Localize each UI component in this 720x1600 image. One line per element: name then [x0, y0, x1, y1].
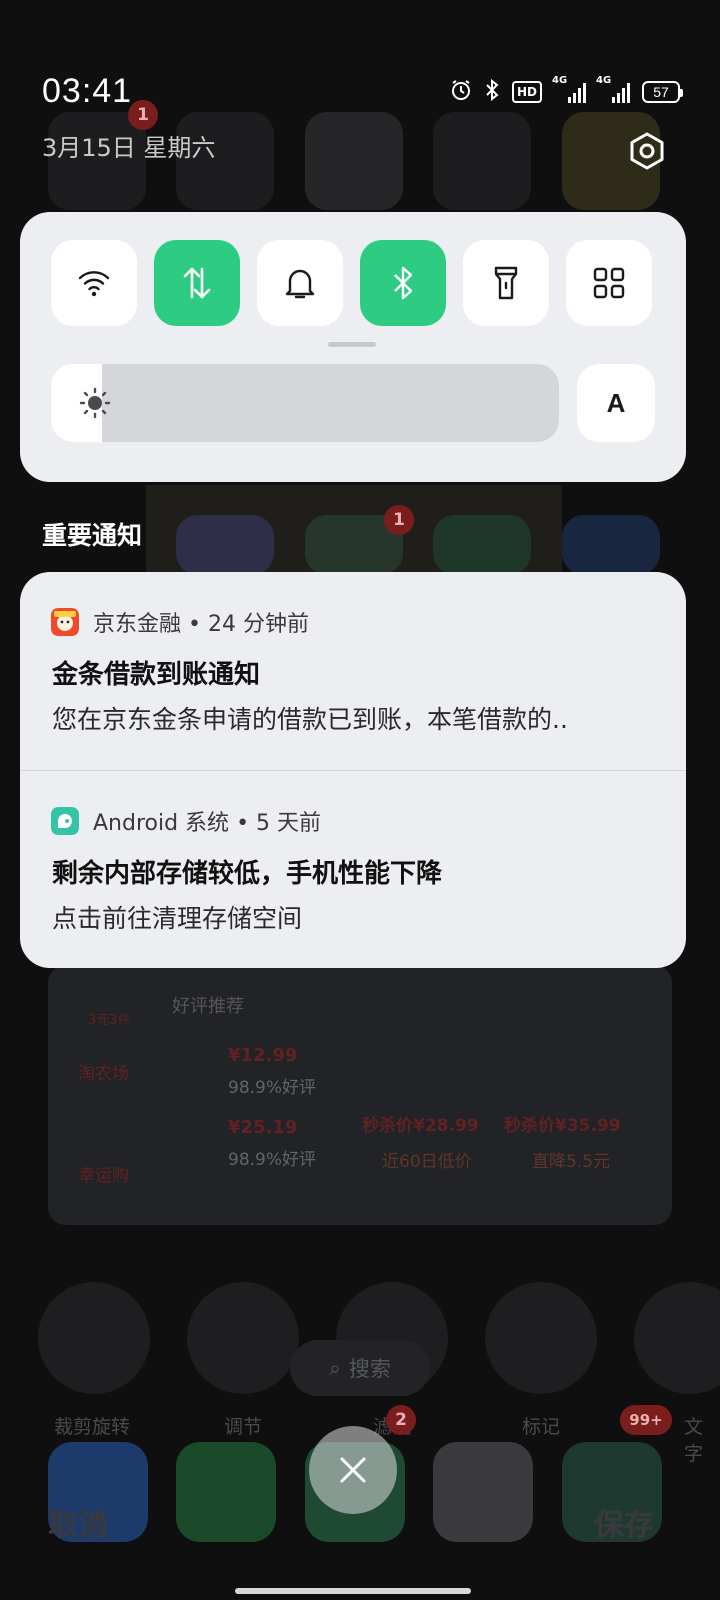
bg-app-heart	[305, 112, 403, 210]
notification-group: 京东金融 • 24 分钟前 金条借款到账通知 您在京东金条申请的借款已到账，本笔…	[20, 572, 686, 968]
panel-drag-handle[interactable]	[328, 342, 376, 347]
bg-app-icon	[176, 515, 274, 575]
bg-card-side: 幸运购	[78, 1166, 129, 1186]
bg-search-pill: ⌕ 搜索	[290, 1340, 430, 1396]
bg-tool-label: 文字	[684, 1416, 704, 1465]
separator-dot: •	[236, 811, 257, 836]
bg-tool-label: 调节	[224, 1416, 263, 1438]
bg-crop-tool	[38, 1282, 150, 1394]
status-time: 03:41	[42, 72, 133, 110]
close-icon	[340, 1457, 366, 1483]
gesture-nav-bar[interactable]	[235, 1588, 471, 1594]
signal-icon: 4G	[596, 75, 630, 103]
notification-app-name: 京东金融	[93, 612, 182, 637]
separator-dot: •	[188, 612, 208, 637]
notification-body: 您在京东金条申请的借款已到账，本笔借款的..	[52, 705, 568, 734]
bg-tool-label: 裁剪旋转	[54, 1416, 131, 1438]
bg-adjust-tool	[187, 1282, 299, 1394]
bg-text-tool	[634, 1282, 720, 1394]
bg-shopping-card: 好评推荐 ¥12.99 98.9%好评 ¥25.19 98.9%好评 秒杀价¥2…	[48, 965, 672, 1225]
sound-toggle[interactable]	[257, 240, 343, 326]
brightness-slider[interactable]	[51, 364, 559, 442]
gear-icon	[630, 132, 664, 170]
bluetooth-icon	[484, 78, 500, 106]
auto-brightness-button[interactable]: A	[577, 364, 655, 442]
hd-icon: HD	[511, 81, 542, 103]
bg-badge: 1	[128, 100, 158, 130]
bg-badge: 2	[386, 1405, 416, 1435]
bg-tool-label: 标记	[522, 1416, 561, 1438]
bg-card-price: ¥25.19	[228, 1117, 298, 1138]
notification-app-name: Android 系统	[93, 811, 230, 836]
network-type: 4G	[552, 75, 568, 86]
bg-app-oppo	[433, 515, 531, 575]
clear-all-button[interactable]	[309, 1426, 397, 1514]
bg-search-label: 搜索	[348, 1357, 391, 1381]
bg-badge: 1	[384, 505, 414, 535]
status-icons: HD 4G 4G 57	[450, 75, 683, 106]
bg-card-deal: 秒杀价¥35.99	[504, 1116, 621, 1136]
bg-card-price: ¥12.99	[228, 1045, 298, 1066]
bg-card-rating: 98.9%好评	[228, 1150, 317, 1170]
notification-time: 5 天前	[256, 811, 322, 836]
bg-card-deal: 秒杀价¥28.99	[362, 1116, 479, 1136]
settings-button[interactable]	[628, 132, 666, 170]
bg-card-sub: 直降5.5元	[532, 1152, 611, 1172]
notification-header: Android 系统 • 5 天前	[93, 805, 321, 837]
notification-time: 24 分钟前	[208, 612, 309, 637]
bluetooth-icon	[394, 266, 413, 300]
battery-icon: 57	[642, 81, 683, 103]
bg-badge: 99+	[620, 1405, 672, 1435]
bg-app-folder	[433, 112, 531, 210]
bg-markup-tool	[485, 1282, 597, 1394]
notification-item[interactable]: 京东金融 • 24 分钟前 金条借款到账通知 您在京东金条申请的借款已到账，本笔…	[20, 572, 686, 770]
brightness-sun-icon	[79, 387, 111, 419]
signal-icon: 4G	[552, 75, 586, 103]
quick-settings-panel: A	[20, 212, 686, 482]
bg-save-label: 保存	[594, 1508, 654, 1543]
notification-body: 点击前往清理存储空间	[52, 904, 303, 933]
data-arrows-icon	[183, 267, 211, 299]
jd-finance-icon	[51, 608, 79, 636]
notification-header: 京东金融 • 24 分钟前	[93, 606, 309, 638]
bg-card-sub: 近60日低价	[382, 1152, 472, 1172]
more-toggles-button[interactable]	[566, 240, 652, 326]
bg-card-rating: 98.9%好评	[228, 1078, 317, 1098]
network-type: 4G	[596, 75, 612, 86]
search-icon: ⌕	[329, 1355, 341, 1380]
bg-card-side: 淘农场	[78, 1064, 129, 1084]
wifi-toggle[interactable]	[51, 240, 137, 326]
wifi-icon	[78, 271, 110, 297]
notification-item[interactable]: Android 系统 • 5 天前 剩余内部存储较低，手机性能下降 点击前往清理…	[20, 770, 686, 968]
bg-cancel-label: 取消	[48, 1508, 108, 1543]
bg-dock-wechat	[176, 1442, 276, 1542]
bg-dock-camera	[433, 1442, 533, 1542]
flashlight-icon	[494, 266, 518, 300]
notification-title: 金条借款到账通知	[52, 660, 261, 690]
bluetooth-toggle[interactable]	[360, 240, 446, 326]
bg-app-icon	[562, 515, 660, 575]
bell-icon	[285, 269, 315, 299]
notification-title: 剩余内部存储较低，手机性能下降	[52, 859, 443, 889]
mobile-data-toggle[interactable]	[154, 240, 240, 326]
flashlight-toggle[interactable]	[463, 240, 549, 326]
status-date: 3月15日 星期六	[42, 134, 216, 162]
grid-icon	[593, 267, 625, 299]
android-system-icon	[51, 807, 79, 835]
bg-card-promo: 3元3件	[88, 1013, 131, 1028]
bg-card-tag: 好评推荐	[172, 996, 244, 1017]
alarm-icon	[450, 79, 472, 106]
important-notifications-title: 重要通知	[42, 521, 143, 550]
